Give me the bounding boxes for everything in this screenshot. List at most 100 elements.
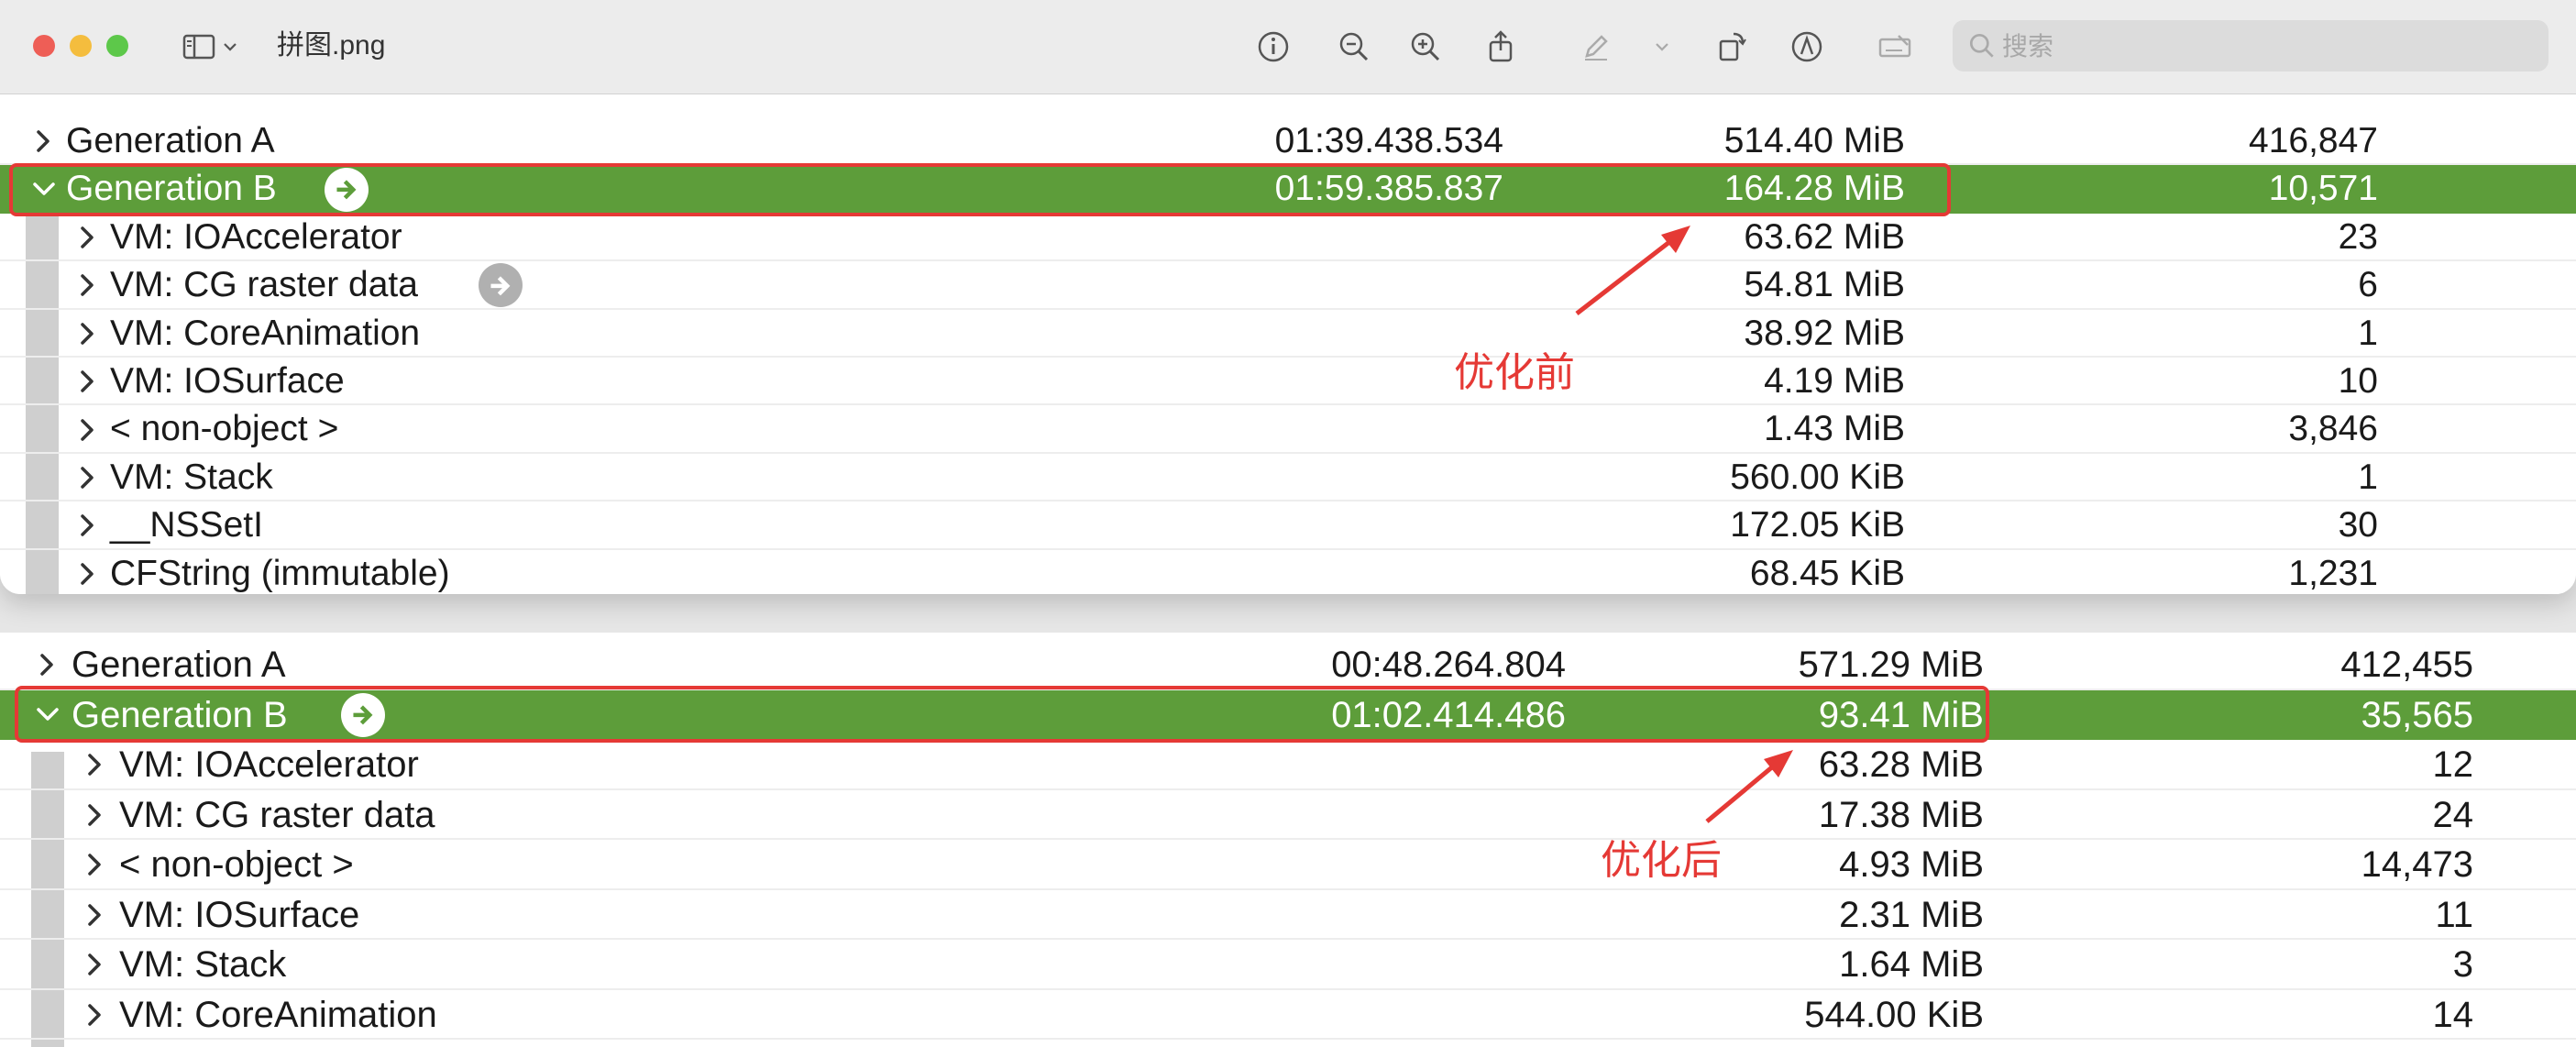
search-icon (1965, 29, 1998, 67)
search-input[interactable] (2000, 28, 2536, 66)
row-size: 54.81 MiB (1744, 265, 1905, 305)
row-name: < non-object > (119, 844, 354, 885)
row-name: VM: CG raster data (110, 265, 418, 305)
signature-icon[interactable] (1872, 24, 1918, 70)
share-icon[interactable] (1478, 24, 1524, 70)
row-count: 1,231 (2288, 553, 2378, 593)
chevron-down-icon[interactable] (216, 24, 244, 70)
generation-row[interactable]: Generation A 01:39.438.534 514.40 MiB 416,8… (0, 117, 2576, 166)
row-name: VM: CG raster data (119, 794, 435, 835)
row-count: 12 (2432, 744, 2474, 785)
table-row[interactable]: VM: IOSurface 2.31 MiB 11 (0, 890, 2576, 940)
search-field[interactable] (1953, 20, 2548, 72)
chevron-right-icon[interactable] (81, 900, 110, 930)
row-count: 412,455 (2340, 645, 2473, 685)
row-name: VM: CoreAnimation (119, 994, 437, 1035)
close-button[interactable] (33, 35, 55, 57)
chevron-right-icon[interactable] (73, 319, 103, 348)
table-row[interactable]: __NSSetI 172.05 KiB 30 (0, 501, 2576, 550)
row-count: 6 (2358, 265, 2378, 305)
row-count: 30 (2338, 505, 2378, 546)
row-timestamp: 00:48.264.804 (1331, 645, 1566, 685)
table-row[interactable]: VM: Stack 560.00 KiB 1 (0, 454, 2576, 502)
table-row[interactable]: CFString (immutable) 68.45 KiB 1,231 (0, 550, 2576, 594)
annotate-icon[interactable] (1784, 24, 1830, 70)
chevron-right-icon[interactable] (73, 415, 103, 445)
table-row[interactable]: VM: CG raster data 17.38 MiB 24 (0, 790, 2576, 840)
row-name: CFString (immutable) (110, 553, 450, 593)
highlight-box-before (9, 163, 1951, 216)
row-name: < non-object > (110, 409, 339, 449)
table-row[interactable]: VM: Stack 1.64 MiB 3 (0, 940, 2576, 990)
row-size: 571.29 MiB (1798, 645, 1984, 685)
table-row[interactable]: VM: IOAccelerator 63.28 MiB 12 (0, 740, 2576, 790)
minimize-button[interactable] (70, 35, 92, 57)
window-title: 拼图.png (277, 30, 386, 61)
chevron-right-icon[interactable] (81, 950, 110, 979)
chevron-right-icon[interactable] (73, 559, 103, 589)
zoom-out-icon[interactable] (1331, 24, 1377, 70)
row-name: Generation A (66, 121, 275, 160)
generation-row[interactable]: Generation A 00:48.264.804 571.29 MiB 412,4… (0, 640, 2576, 690)
chevron-right-icon[interactable] (81, 750, 110, 779)
row-size: 17.38 MiB (1818, 794, 1984, 835)
chevron-right-icon[interactable] (33, 650, 62, 679)
table-row[interactable]: < non-object > 1.43 MiB 3,846 (0, 405, 2576, 454)
chevron-right-icon[interactable] (73, 511, 103, 540)
row-size: 1.43 MiB (1764, 409, 1905, 449)
row-size: 38.92 MiB (1744, 313, 1905, 353)
chevron-down-icon[interactable] (1648, 24, 1676, 70)
toolbar: 拼图.png (0, 0, 2576, 94)
row-name: VM: Stack (119, 944, 287, 985)
zoom-button[interactable] (106, 35, 128, 57)
row-count: 14,473 (2361, 844, 2473, 885)
table-row[interactable]: VM: CG raster data 54.81 MiB 6 (0, 261, 2576, 310)
row-name: VM: IOSurface (119, 894, 360, 935)
chevron-right-icon[interactable] (73, 270, 103, 300)
table-row[interactable]: < non-object > 4.93 MiB 14,473 (0, 840, 2576, 890)
row-name: VM: IOAccelerator (110, 216, 402, 257)
row-count: 3,846 (2288, 409, 2378, 449)
chevron-right-icon[interactable] (81, 850, 110, 879)
row-count: 35,565 (2361, 694, 2473, 735)
row-name: Generation A (72, 645, 286, 685)
annotation-arrow-before (1575, 226, 1690, 315)
highlight-box-after (15, 686, 1989, 743)
chevron-right-icon[interactable] (73, 463, 103, 492)
row-timestamp: 01:39.438.534 (1274, 121, 1503, 160)
row-size: 63.28 MiB (1818, 744, 1984, 785)
zoom-in-icon[interactable] (1403, 24, 1448, 70)
row-count: 3 (2452, 944, 2473, 985)
chevron-right-icon[interactable] (81, 1000, 110, 1030)
chevron-right-icon[interactable] (81, 800, 110, 830)
annotation-before-label: 优化前 (1454, 349, 1575, 396)
row-count: 416,847 (2249, 121, 2378, 160)
row-name: VM: IOAccelerator (119, 744, 419, 785)
row-size: 1.64 MiB (1839, 944, 1984, 985)
row-count: 10 (2338, 361, 2378, 401)
table-row[interactable]: VM: IOAccelerator 63.62 MiB 23 (0, 214, 2576, 262)
sidebar-icon[interactable] (176, 24, 222, 70)
row-size: 544.00 KiB (1804, 994, 1984, 1035)
row-size: 2.31 MiB (1839, 894, 1984, 935)
table-row[interactable]: VM: CoreAnimation 38.92 MiB 1 (0, 310, 2576, 358)
chevron-right-icon[interactable] (73, 223, 103, 252)
row-name: __NSSetI (110, 505, 263, 546)
row-name: VM: IOSurface (110, 361, 345, 401)
go-to-arrow-icon[interactable] (479, 263, 523, 308)
table-row[interactable]: VM: CoreAnimation 544.00 KiB 14 (0, 990, 2576, 1040)
row-size: 63.62 MiB (1744, 216, 1905, 257)
info-icon[interactable] (1250, 24, 1296, 70)
chevron-right-icon[interactable] (73, 367, 103, 396)
row-name: VM: CoreAnimation (110, 313, 421, 353)
row-count: 14 (2432, 994, 2474, 1035)
chevron-right-icon[interactable] (29, 127, 59, 156)
row-count: 1 (2358, 457, 2378, 497)
table-row[interactable]: VM: IOSurface 4.19 MiB 10 (0, 358, 2576, 406)
row-count: 23 (2338, 216, 2378, 257)
rotate-icon[interactable] (1709, 24, 1755, 70)
row-count: 1 (2358, 313, 2378, 353)
annotation-arrow-after (1705, 750, 1793, 823)
row-count: 11 (2435, 894, 2473, 935)
markup-pen-icon[interactable] (1573, 24, 1619, 70)
